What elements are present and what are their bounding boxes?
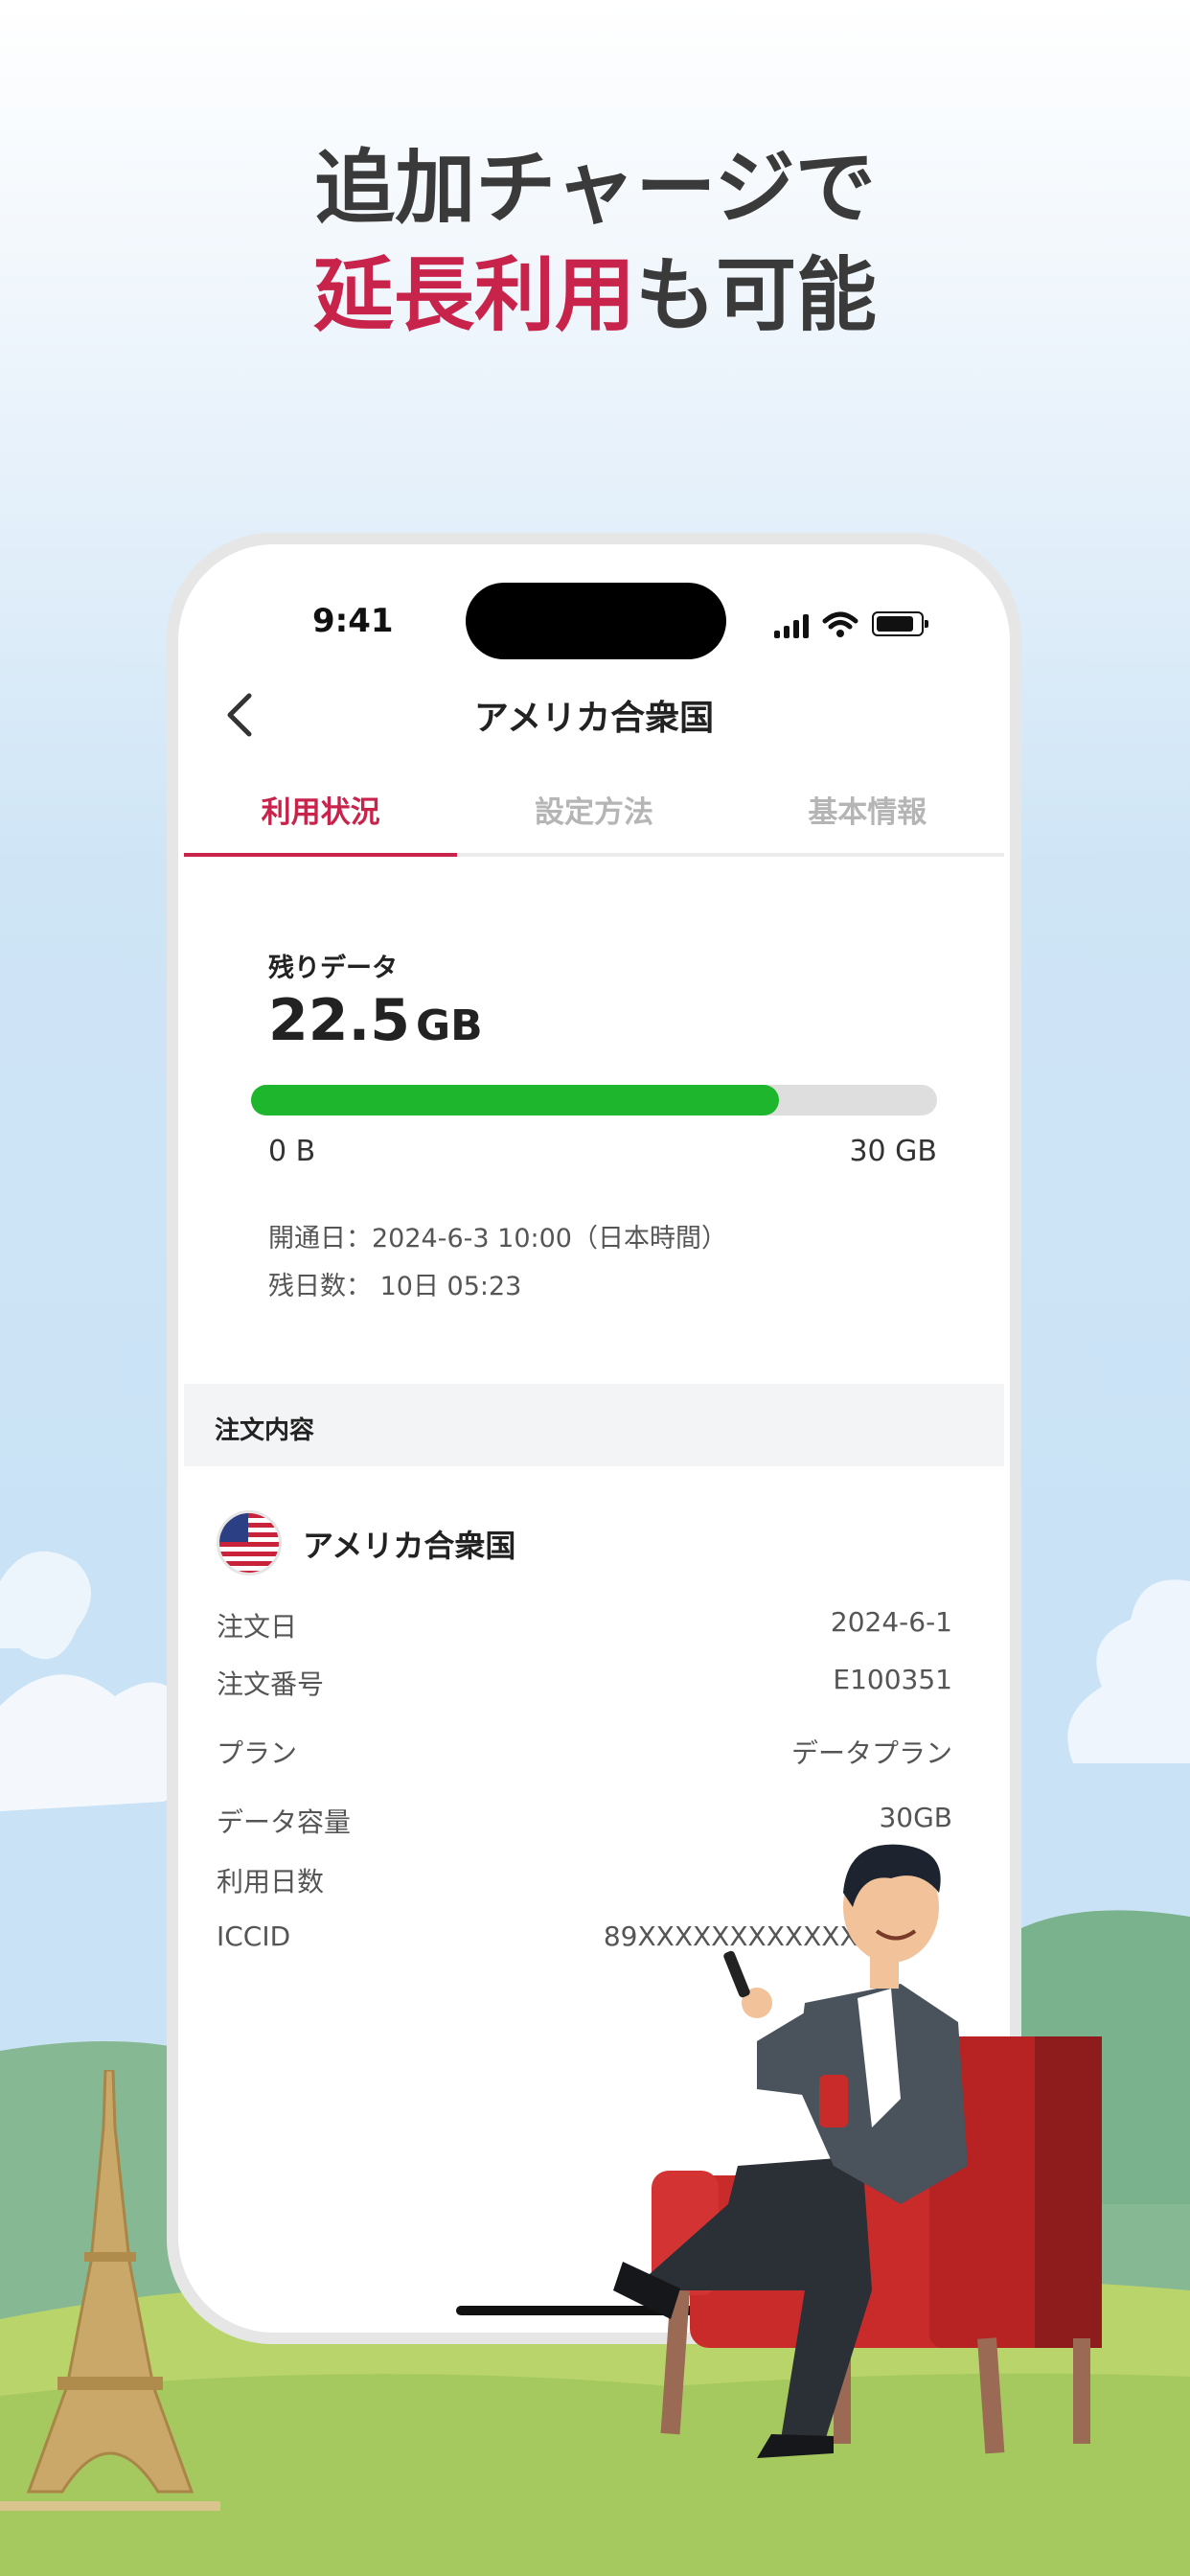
- dynamic-island: [466, 583, 726, 659]
- range-max-label: 30 GB: [849, 1135, 937, 1168]
- remaining-data-value: 22.5 GB: [268, 987, 483, 1054]
- plan-label: プラン: [217, 1737, 298, 1769]
- plan-value: データプラン: [790, 1737, 952, 1769]
- headline-accent: 延長利用: [312, 248, 635, 342]
- data-usage-progress-bar: [251, 1085, 937, 1116]
- tab-basic-info[interactable]: 基本情報: [731, 774, 1004, 853]
- man-on-armchair-illustration: [613, 1844, 1102, 2458]
- wifi-icon: [822, 611, 858, 637]
- cellular-signal-icon: [774, 613, 809, 638]
- order-date-value: 2024-6-1: [830, 1606, 952, 1638]
- order-header-label: 注文内容: [215, 1416, 315, 1445]
- tab-usage[interactable]: 利用状況: [184, 774, 458, 857]
- tab-setup[interactable]: 設定方法: [457, 774, 730, 853]
- remaining-data-number: 22.5: [268, 987, 411, 1054]
- remaining-data-unit: GB: [416, 1001, 483, 1050]
- data-capacity-value: 30GB: [879, 1802, 952, 1833]
- order-country: アメリカ合衆国: [303, 1528, 516, 1564]
- range-min-label: 0 B: [268, 1135, 316, 1168]
- promo-headline: 追加チャージで 延長利用も可能: [0, 134, 1190, 349]
- progress-fill: [251, 1085, 780, 1116]
- remaining-days: 残日数： 10日 05:23: [268, 1272, 522, 1301]
- headline-line-2: 延長利用も可能: [0, 242, 1190, 349]
- activation-date: 開通日：2024-6-3 10:00（日本時間）: [268, 1224, 727, 1254]
- headline-rest: も可能: [635, 248, 878, 342]
- tab-bar: 利用状況 設定方法 基本情報: [184, 774, 1004, 857]
- battery-icon: [872, 611, 928, 636]
- headline-line-1: 追加チャージで: [314, 141, 876, 235]
- order-date-label: 注文日: [217, 1611, 298, 1643]
- us-flag-icon: [217, 1510, 282, 1576]
- order-number-label: 注文番号: [217, 1668, 325, 1700]
- page-title: アメリカ合衆国: [473, 699, 715, 738]
- remaining-data-label: 残りデータ: [268, 954, 398, 983]
- usage-days-label: 利用日数: [217, 1866, 325, 1898]
- status-time: 9:41: [312, 602, 394, 640]
- data-capacity-label: データ容量: [217, 1806, 352, 1838]
- status-icons: [774, 604, 928, 638]
- iccid-label: ICCID: [217, 1920, 291, 1952]
- order-section-header: 注文内容: [184, 1384, 1004, 1466]
- order-number-value: E100351: [833, 1664, 952, 1695]
